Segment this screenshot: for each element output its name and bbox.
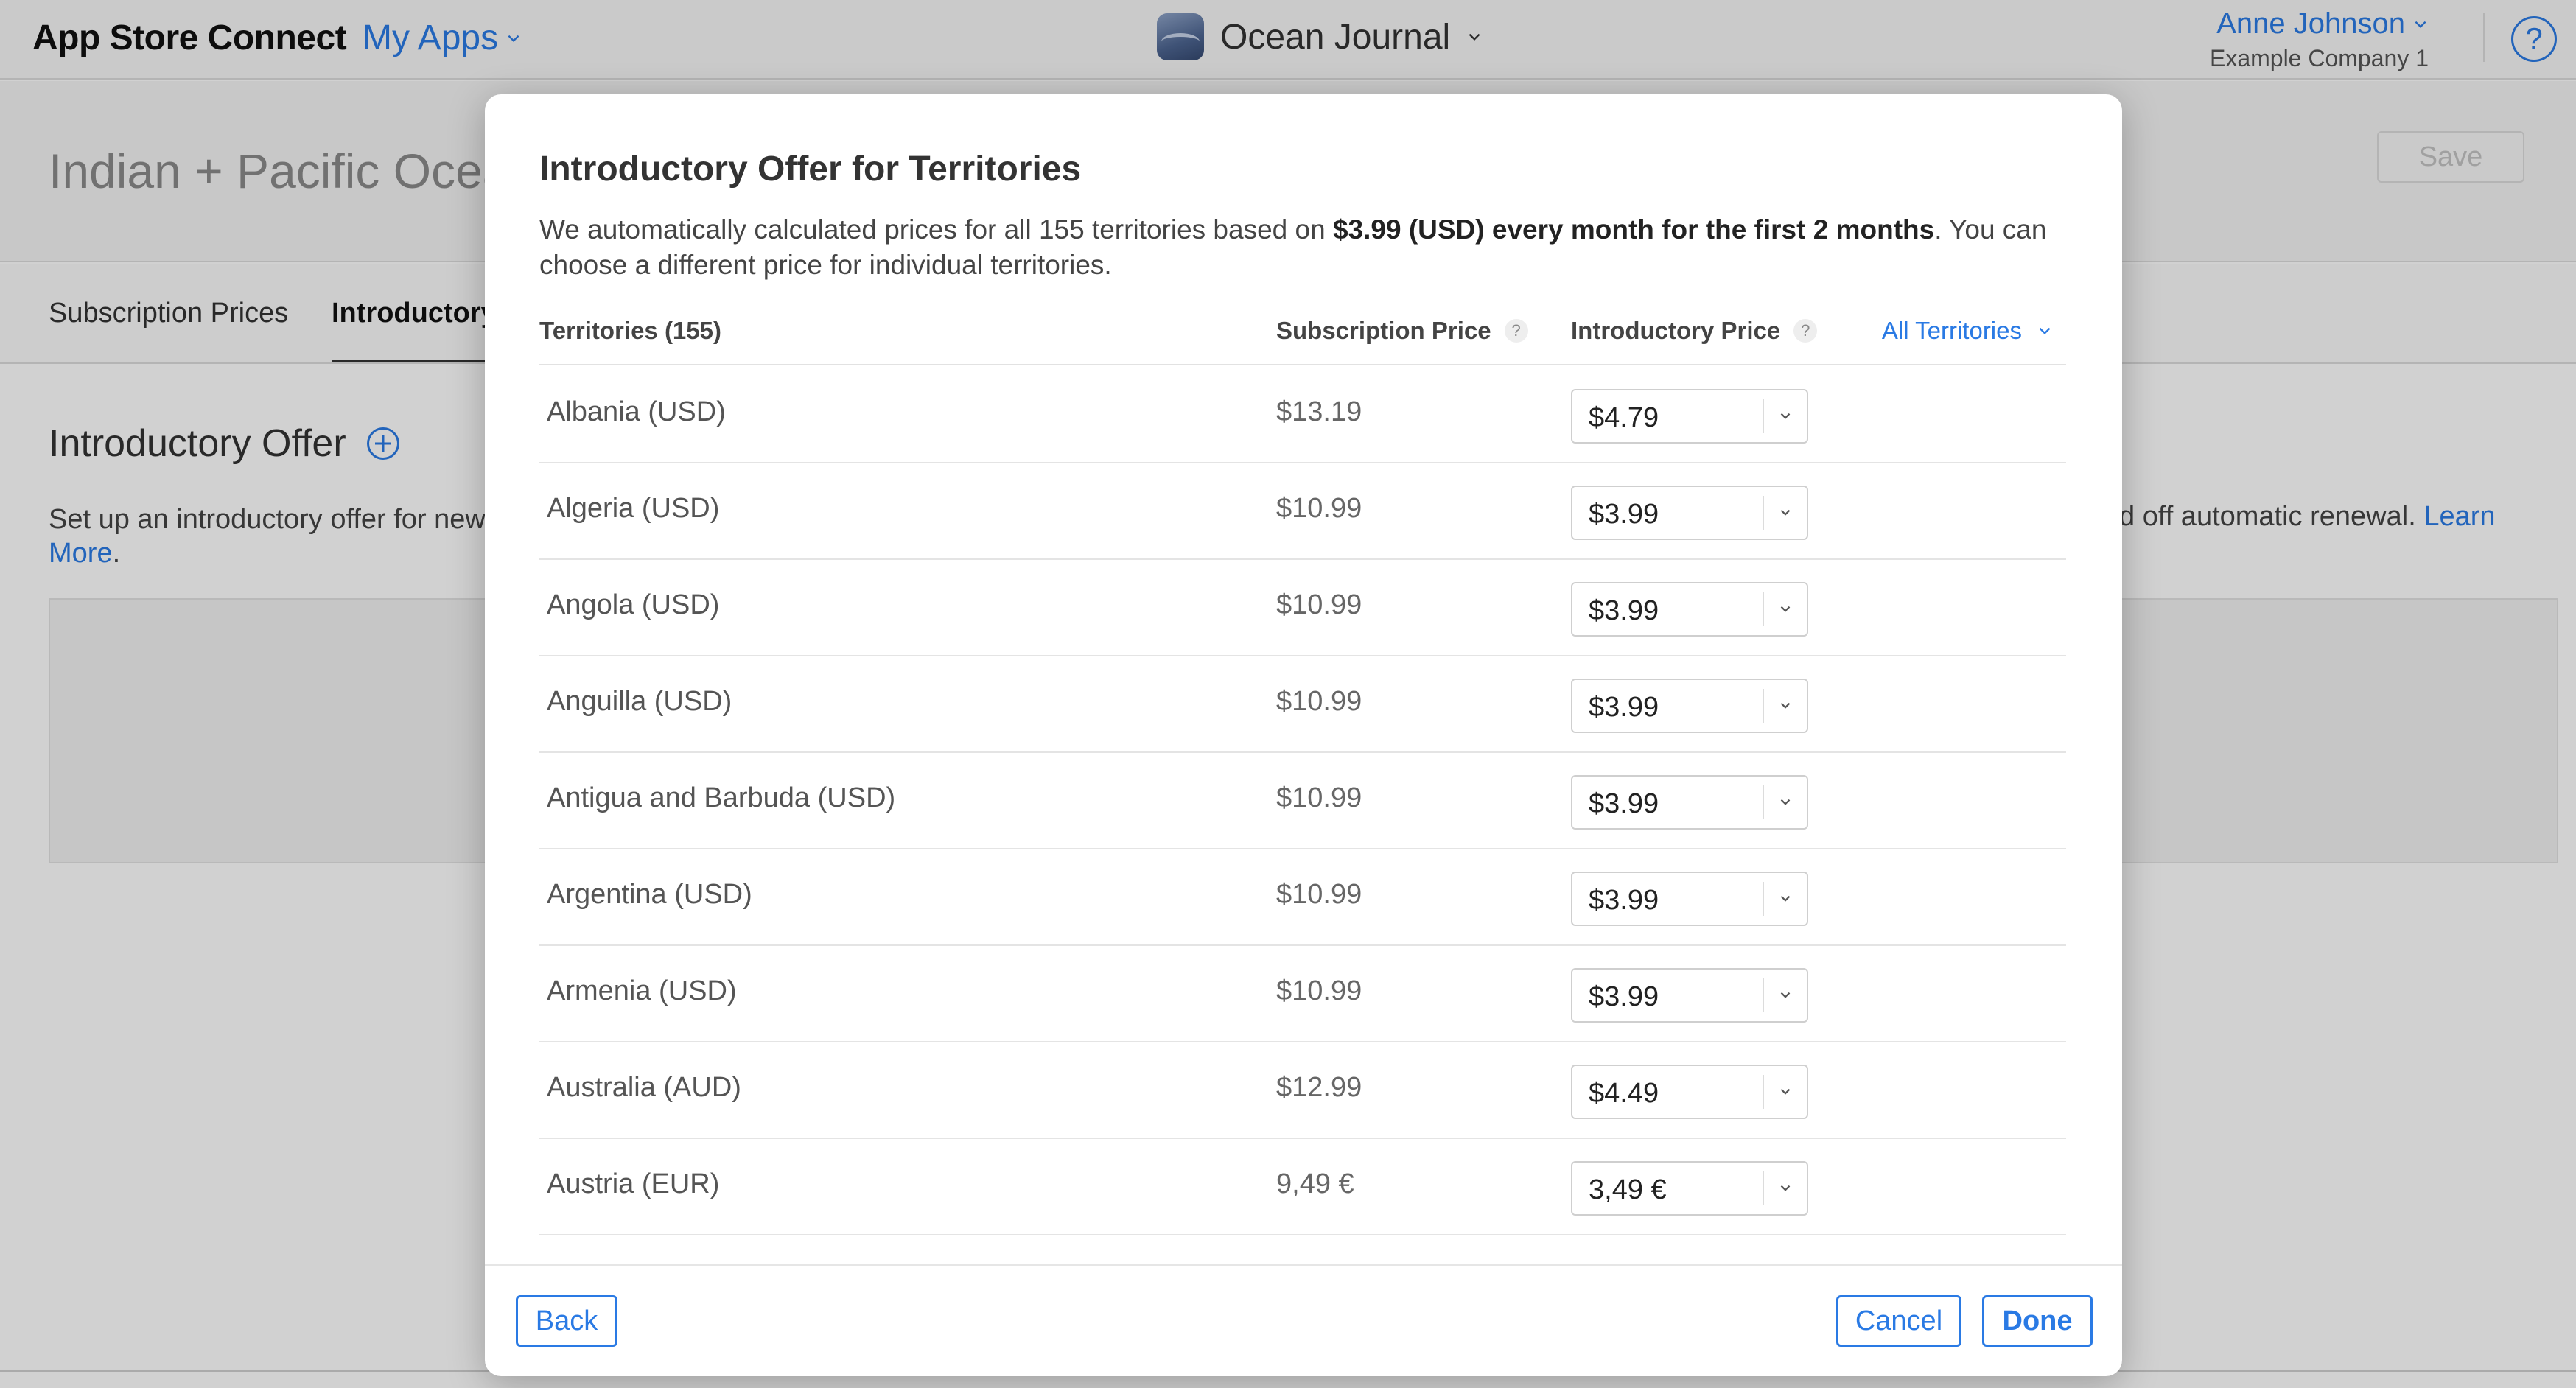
territories-table-body[interactable]: Albania (USD) $13.19 $4.79 Algeria (USD) $10… — [539, 367, 2066, 1297]
territory-name: Antigua and Barbuda (USD) — [547, 782, 896, 813]
territory-name: Albania (USD) — [547, 396, 726, 427]
select-divider — [1763, 1075, 1764, 1109]
select-divider — [1763, 399, 1764, 433]
help-icon[interactable]: ? — [1793, 319, 1818, 343]
territory-name: Anguilla (USD) — [547, 686, 732, 717]
column-introductory-price-label: Introductory Price — [1571, 317, 1781, 344]
introductory-price-value: $3.99 — [1589, 499, 1659, 530]
column-territories-label: Territories (155) — [539, 317, 721, 344]
territory-name: Armenia (USD) — [547, 975, 737, 1006]
subscription-price: $13.19 — [1276, 396, 1362, 427]
introductory-price-select[interactable]: $3.99 — [1571, 486, 1808, 540]
territories-filter-dropdown[interactable]: All Territories — [1882, 317, 2053, 345]
subscription-price: $10.99 — [1276, 975, 1362, 1006]
chevron-down-icon — [1780, 1088, 1791, 1095]
chevron-down-icon — [1780, 799, 1791, 805]
column-subscription-price: Subscription Price ? — [1276, 317, 1528, 345]
territory-name: Australia (AUD) — [547, 1072, 741, 1103]
territory-name: Angola (USD) — [547, 589, 720, 620]
introductory-price-select[interactable]: $4.79 — [1571, 389, 1808, 444]
table-row: Antigua and Barbuda (USD) $10.99 $3.99 — [539, 753, 2066, 849]
column-territories: Territories (155) — [539, 317, 721, 345]
introductory-price-select[interactable]: $3.99 — [1571, 968, 1808, 1023]
introductory-price-value: 3,49 € — [1589, 1174, 1667, 1205]
introductory-price-value: $3.99 — [1589, 595, 1659, 626]
chevron-down-icon — [1780, 509, 1791, 516]
territory-name: Algeria (USD) — [547, 493, 720, 524]
desc-bold: $3.99 (USD) every month for the first 2 … — [1332, 214, 1935, 245]
select-divider — [1763, 592, 1764, 626]
territory-name: Argentina (USD) — [547, 879, 752, 910]
select-divider — [1763, 882, 1764, 916]
select-divider — [1763, 496, 1764, 530]
introductory-price-value: $4.49 — [1589, 1078, 1659, 1109]
subscription-price: $10.99 — [1276, 782, 1362, 813]
column-subscription-price-label: Subscription Price — [1276, 317, 1491, 344]
table-row: Algeria (USD) $10.99 $3.99 — [539, 463, 2066, 560]
select-divider — [1763, 785, 1764, 819]
introductory-price-value: $3.99 — [1589, 788, 1659, 819]
table-header: Territories (155) Subscription Price ? I… — [539, 308, 2066, 365]
introductory-price-value: $3.99 — [1589, 885, 1659, 916]
modal-footer-divider — [485, 1264, 2122, 1266]
subscription-price: $10.99 — [1276, 493, 1362, 524]
introductory-price-value: $3.99 — [1589, 692, 1659, 723]
chevron-down-icon — [1780, 895, 1791, 902]
subscription-price: 9,49 € — [1276, 1168, 1354, 1199]
table-row: Anguilla (USD) $10.99 $3.99 — [539, 656, 2066, 753]
introductory-price-select[interactable]: $3.99 — [1571, 872, 1808, 926]
cancel-button[interactable]: Cancel — [1836, 1295, 1961, 1347]
introductory-price-select[interactable]: 3,49 € — [1571, 1161, 1808, 1216]
chevron-down-icon — [1780, 702, 1791, 709]
select-divider — [1763, 689, 1764, 723]
table-row: Argentina (USD) $10.99 $3.99 — [539, 849, 2066, 946]
introductory-price-select[interactable]: $3.99 — [1571, 775, 1808, 830]
introductory-price-select[interactable]: $3.99 — [1571, 582, 1808, 637]
introductory-price-select[interactable]: $3.99 — [1571, 679, 1808, 733]
table-row: Armenia (USD) $10.99 $3.99 — [539, 946, 2066, 1042]
chevron-down-icon — [1780, 606, 1791, 612]
territories-modal: Introductory Offer for Territories We au… — [485, 94, 2122, 1376]
introductory-price-select[interactable]: $4.49 — [1571, 1065, 1808, 1119]
select-divider — [1763, 978, 1764, 1012]
table-row: Australia (AUD) $12.99 $4.49 — [539, 1042, 2066, 1139]
desc-prefix: We automatically calculated prices for a… — [539, 214, 1333, 245]
modal-title: Introductory Offer for Territories — [539, 150, 1082, 189]
introductory-price-value: $3.99 — [1589, 981, 1659, 1012]
table-row: Angola (USD) $10.99 $3.99 — [539, 560, 2066, 656]
chevron-down-icon — [1780, 413, 1791, 419]
done-button[interactable]: Done — [1982, 1295, 2093, 1347]
subscription-price: $10.99 — [1276, 686, 1362, 717]
territory-name: Austria (EUR) — [547, 1168, 720, 1199]
table-row: Albania (USD) $13.19 $4.79 — [539, 367, 2066, 463]
filter-label: All Territories — [1881, 317, 2022, 344]
chevron-down-icon — [1780, 1185, 1791, 1191]
column-introductory-price: Introductory Price ? — [1571, 317, 1818, 345]
table-row: Austria (EUR) 9,49 € 3,49 € — [539, 1139, 2066, 1235]
help-icon[interactable]: ? — [1504, 319, 1528, 343]
modal-description: We automatically calculated prices for a… — [539, 212, 2072, 283]
subscription-price: $12.99 — [1276, 1072, 1362, 1103]
introductory-price-value: $4.79 — [1589, 402, 1659, 433]
subscription-price: $10.99 — [1276, 589, 1362, 620]
back-button[interactable]: Back — [516, 1295, 617, 1347]
subscription-price: $10.99 — [1276, 879, 1362, 910]
chevron-down-icon — [1780, 992, 1791, 998]
select-divider — [1763, 1171, 1764, 1205]
chevron-down-icon — [2039, 327, 2051, 335]
